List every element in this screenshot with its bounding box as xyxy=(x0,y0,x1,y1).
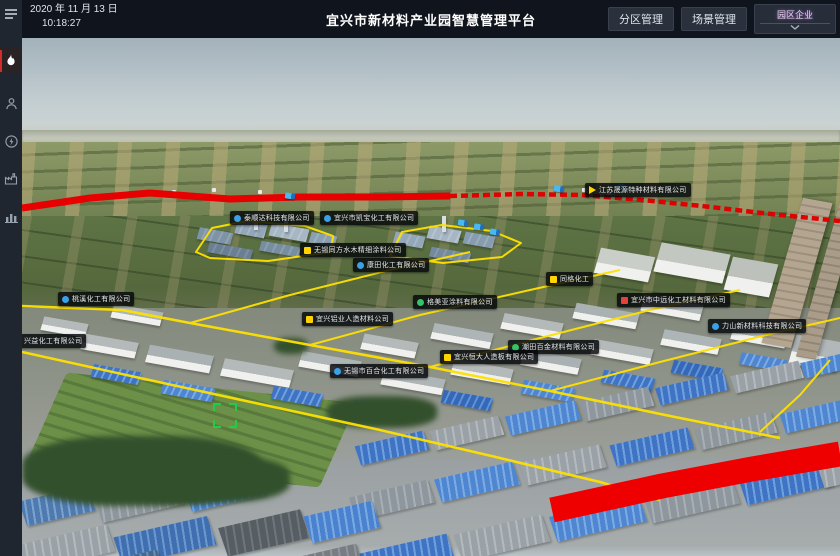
company-label-text: 宜兴市中远化工材料有限公司 xyxy=(631,295,726,305)
company-label-text: 兴益化工有限公司 xyxy=(24,336,82,346)
park-enterprise-dropdown[interactable]: 园区企业 xyxy=(754,4,836,34)
vehicle-icon xyxy=(458,219,469,226)
bar-chart-icon[interactable] xyxy=(0,204,22,230)
company-marker-icon xyxy=(444,354,451,361)
company-label[interactable]: 江苏晟源特种材料有限公司 xyxy=(585,183,691,197)
company-label-text: 江苏晟源特种材料有限公司 xyxy=(599,185,687,195)
worker-icon[interactable] xyxy=(0,90,22,116)
company-marker-icon xyxy=(550,276,557,283)
company-label[interactable]: 力山新材料科技有限公司 xyxy=(708,319,806,333)
company-label[interactable]: 康田化工有限公司 xyxy=(353,258,429,272)
company-label[interactable]: 无锡市百合化工有限公司 xyxy=(330,364,428,378)
company-label-text: 力山新材料科技有限公司 xyxy=(722,321,802,331)
chevron-down-icon xyxy=(790,25,800,30)
map-markers: 泰顺达科技有限公司 宜兴市凯宝化工有限公司 江苏晟源特种材料有限公司无锡同方水木精细… xyxy=(22,38,840,556)
power-icon[interactable] xyxy=(0,128,22,154)
bracket-bottom-left xyxy=(213,420,221,428)
company-label[interactable]: 同格化工 xyxy=(546,272,593,286)
sidebar xyxy=(0,0,22,556)
divider xyxy=(760,23,830,24)
smart-park-platform: 2020 年 11 月 13 日 10:18:27 宜兴市新材料产业园智慧管理平… xyxy=(0,0,840,556)
company-label[interactable]: 宜兴恒大人造板有限公司 xyxy=(440,350,538,364)
company-marker-icon xyxy=(234,215,241,222)
company-label[interactable]: 宜兴市凯宝化工有限公司 xyxy=(320,211,418,225)
company-label[interactable]: 泰顺达科技有限公司 xyxy=(230,211,314,225)
company-marker-icon xyxy=(334,368,341,375)
company-marker-icon xyxy=(621,297,628,304)
bracket-bottom-right xyxy=(229,420,237,428)
company-marker-icon xyxy=(324,215,331,222)
company-marker-icon xyxy=(306,316,313,323)
map-3d-view[interactable]: 泰顺达科技有限公司 宜兴市凯宝化工有限公司 江苏晟源特种材料有限公司无锡同方水木精细… xyxy=(22,38,840,556)
company-label[interactable]: 兴益化工有限公司 xyxy=(22,334,86,348)
company-label[interactable]: 无锡同方水木精细涂料公司 xyxy=(300,243,406,257)
company-label-text: 康田化工有限公司 xyxy=(367,260,425,270)
company-label-text: 无锡市百合化工有限公司 xyxy=(344,366,424,376)
vehicle-icon xyxy=(285,192,296,199)
header: 2020 年 11 月 13 日 10:18:27 宜兴市新材料产业园智慧管理平… xyxy=(22,0,840,38)
company-label-text: 桃溪化工有限公司 xyxy=(72,294,130,304)
company-label-text: 宜兴铝业人造材料公司 xyxy=(316,314,389,324)
company-marker-icon xyxy=(417,299,424,306)
vehicle-icon xyxy=(490,228,501,235)
company-label-text: 无锡同方水木精细涂料公司 xyxy=(314,245,402,255)
bracket-top-right xyxy=(229,403,237,411)
selection-brackets xyxy=(213,403,237,428)
company-label-text: 泰顺达科技有限公司 xyxy=(244,213,310,223)
company-marker-icon xyxy=(589,186,596,194)
company-label[interactable]: 宜兴市中远化工材料有限公司 xyxy=(617,293,730,307)
factory-icon[interactable] xyxy=(0,166,22,192)
flame-icon[interactable] xyxy=(0,48,22,74)
company-marker-icon xyxy=(357,262,364,269)
company-label-text: 同格化工 xyxy=(560,274,589,284)
header-actions: 分区管理 场景管理 园区企业 xyxy=(608,0,836,38)
company-label[interactable]: 宜兴铝业人造材料公司 xyxy=(302,312,393,326)
company-label[interactable]: 桃溪化工有限公司 xyxy=(58,292,134,306)
company-marker-icon xyxy=(304,247,311,254)
company-label-text: 宜兴市凯宝化工有限公司 xyxy=(334,213,414,223)
company-label-text: 格美亚涂料有限公司 xyxy=(427,297,493,307)
company-marker-icon xyxy=(62,296,69,303)
vehicle-icon xyxy=(554,185,565,192)
company-label[interactable]: 格美亚涂料有限公司 xyxy=(413,295,497,309)
scene-management-button[interactable]: 场景管理 xyxy=(681,7,747,31)
bracket-top-left xyxy=(213,403,221,411)
park-enterprise-label: 园区企业 xyxy=(777,8,813,21)
menu-icon[interactable] xyxy=(0,2,22,26)
company-marker-icon xyxy=(712,323,719,330)
vehicle-icon xyxy=(474,223,485,230)
company-label-text: 宜兴恒大人造板有限公司 xyxy=(454,352,534,362)
zone-management-button[interactable]: 分区管理 xyxy=(608,7,674,31)
